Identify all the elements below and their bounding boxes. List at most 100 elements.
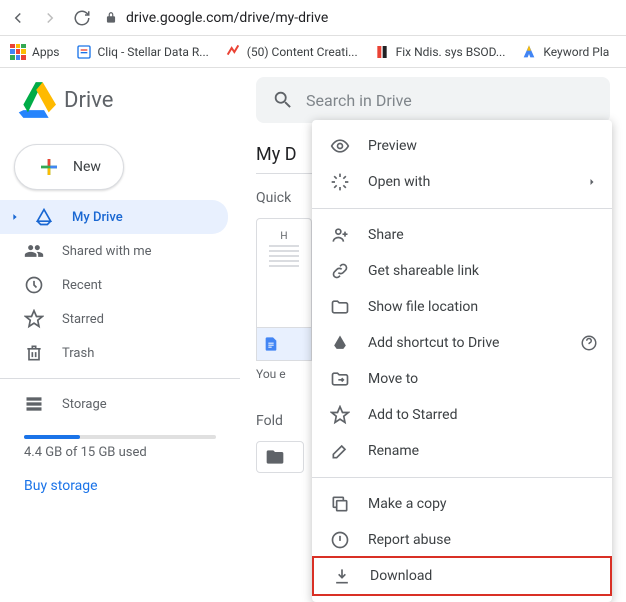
menu-addstarred[interactable]: Add to Starred xyxy=(312,397,612,433)
storage-title: Storage xyxy=(62,397,107,412)
trash-icon xyxy=(24,343,44,363)
reload-button[interactable] xyxy=(72,8,92,28)
search-placeholder: Search in Drive xyxy=(306,91,412,110)
file-card[interactable]: H xyxy=(256,218,312,361)
menu-divider xyxy=(312,208,612,209)
bookmark-favicon xyxy=(374,44,390,60)
menu-label: Add shortcut to Drive xyxy=(368,335,499,351)
search-bar[interactable]: Search in Drive xyxy=(256,77,610,123)
menu-showlocation[interactable]: Show file location xyxy=(312,289,612,325)
pencil-icon xyxy=(330,441,350,461)
menu-moveto[interactable]: Move to xyxy=(312,361,612,397)
file-footer xyxy=(256,328,312,361)
sidebar-label: My Drive xyxy=(72,210,123,225)
menu-share[interactable]: Share xyxy=(312,217,612,253)
sidebar-item-storage[interactable]: Storage xyxy=(0,387,228,421)
chevron-right-icon xyxy=(10,212,20,222)
bookmark-item[interactable]: Keyword Pla xyxy=(521,44,609,60)
copy-icon xyxy=(330,494,350,514)
link-icon xyxy=(330,261,350,281)
drive-logo-icon xyxy=(16,80,56,120)
bookmark-favicon xyxy=(225,44,241,60)
bookmark-label: Cliq - Stellar Data R... xyxy=(98,45,209,59)
menu-label: Move to xyxy=(368,371,418,387)
sidebar-list: My Drive Shared with me Recent Starred T… xyxy=(0,200,240,370)
storage-usage-text: 4.4 GB of 15 GB used xyxy=(24,445,216,460)
browser-toolbar: drive.google.com/drive/my-drive xyxy=(0,0,626,36)
address-bar[interactable]: drive.google.com/drive/my-drive xyxy=(104,10,328,26)
sidebar-item-recent[interactable]: Recent xyxy=(0,268,228,302)
bookmark-favicon xyxy=(521,44,537,60)
folder-icon xyxy=(265,447,285,467)
logo-area[interactable]: Drive xyxy=(16,80,256,120)
docs-icon xyxy=(263,336,279,352)
file-thumbnail: H xyxy=(256,218,312,328)
menu-label: Rename xyxy=(368,443,419,459)
sidebar-item-mydrive[interactable]: My Drive xyxy=(0,200,228,234)
thumb-text: H xyxy=(269,231,299,242)
menu-label: Get shareable link xyxy=(368,263,479,279)
star-icon xyxy=(330,405,350,425)
download-icon xyxy=(332,566,352,586)
bookmark-label: (50) Content Creati... xyxy=(247,45,358,59)
chevron-right-icon xyxy=(586,176,598,188)
bookmark-item[interactable]: (50) Content Creati... xyxy=(225,44,358,60)
sidebar-item-trash[interactable]: Trash xyxy=(0,336,228,370)
folder-card[interactable] xyxy=(256,441,304,473)
star-icon xyxy=(24,309,44,329)
bookmark-favicon xyxy=(76,44,92,60)
sidebar-item-shared[interactable]: Shared with me xyxy=(0,234,228,268)
openwith-icon xyxy=(330,172,350,192)
menu-reportabuse[interactable]: Report abuse xyxy=(312,522,612,558)
sidebar-label: Trash xyxy=(62,346,94,361)
menu-download[interactable]: Download xyxy=(314,558,610,594)
menu-rename[interactable]: Rename xyxy=(312,433,612,469)
folder-move-icon xyxy=(330,369,350,389)
eye-icon xyxy=(330,136,350,156)
sidebar-label: Starred xyxy=(62,312,104,327)
bookmark-item[interactable]: Cliq - Stellar Data R... xyxy=(76,44,209,60)
menu-preview[interactable]: Preview xyxy=(312,128,612,164)
divider xyxy=(0,378,240,379)
alert-icon xyxy=(330,530,350,550)
storage-section: 4.4 GB of 15 GB used Buy storage xyxy=(0,421,240,500)
bookmark-label: Apps xyxy=(32,45,60,59)
help-icon[interactable] xyxy=(580,334,598,352)
menu-label: Show file location xyxy=(368,299,478,315)
person-add-icon xyxy=(330,225,350,245)
forward-button[interactable] xyxy=(40,8,60,28)
new-button[interactable]: New xyxy=(14,144,124,190)
mydrive-icon xyxy=(34,207,54,227)
search-icon xyxy=(272,89,294,111)
menu-label: Preview xyxy=(368,138,417,154)
menu-addshortcut[interactable]: Add shortcut to Drive xyxy=(312,325,612,361)
folder-icon xyxy=(330,297,350,317)
plus-icon xyxy=(37,155,61,179)
menu-divider xyxy=(312,477,612,478)
storage-icon xyxy=(24,394,44,414)
menu-getlink[interactable]: Get shareable link xyxy=(312,253,612,289)
clock-icon xyxy=(24,275,44,295)
back-button[interactable] xyxy=(8,8,28,28)
bookmark-item[interactable]: Fix Ndis. sys BSOD... xyxy=(374,44,506,60)
menu-label: Share xyxy=(368,227,404,243)
menu-label: Add to Starred xyxy=(368,407,457,423)
app-title: Drive xyxy=(64,88,113,113)
storage-fill xyxy=(24,435,80,439)
menu-openwith[interactable]: Open with xyxy=(312,164,612,200)
bookmark-label: Keyword Pla xyxy=(543,45,609,59)
storage-meter xyxy=(24,435,216,439)
sidebar-label: Shared with me xyxy=(62,244,152,259)
people-icon xyxy=(24,241,44,261)
bookmark-apps[interactable]: Apps xyxy=(10,44,60,60)
bookmarks-bar: Apps Cliq - Stellar Data R... (50) Conte… xyxy=(0,36,626,68)
buy-storage-link[interactable]: Buy storage xyxy=(24,478,216,494)
context-menu: Preview Open with Share Get shareable li… xyxy=(312,120,612,602)
menu-label: Open with xyxy=(368,174,430,190)
menu-label: Report abuse xyxy=(368,532,451,548)
new-label: New xyxy=(73,159,101,175)
apps-icon xyxy=(10,44,26,60)
menu-makecopy[interactable]: Make a copy xyxy=(312,486,612,522)
sidebar-item-starred[interactable]: Starred xyxy=(0,302,228,336)
menu-label: Make a copy xyxy=(368,496,447,512)
